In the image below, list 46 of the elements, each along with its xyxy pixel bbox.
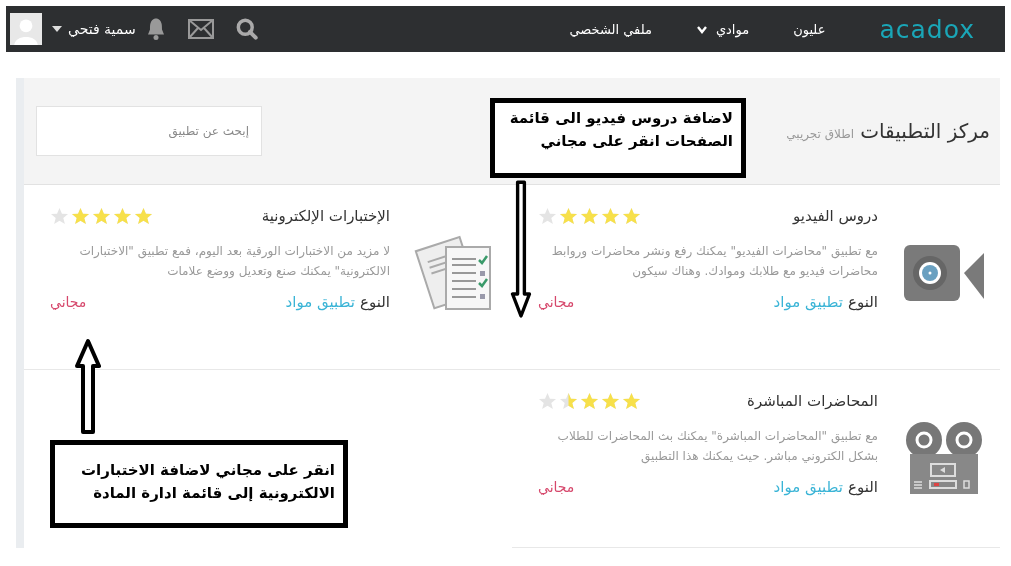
filled-star-icon [601, 392, 620, 410]
filled-star-icon [134, 207, 153, 225]
page-title: مركز التطبيقات [860, 119, 990, 143]
app-title: الإختبارات الإلكترونية [261, 207, 390, 225]
nav-link[interactable]: ملفي الشخصي [569, 21, 652, 37]
app-description: مع تطبيق "محاضرات الفيديو" يمكنك رفع ونشر محاضرات وروابط محاضرات فيديو مع طلابك وموادك. وهناك سيكون [550, 243, 878, 281]
callout-box: لاضافة دروس فيديو الى قائمة الصفحات انقر على مجاني [490, 98, 746, 178]
half-star-icon [559, 392, 578, 410]
free-link[interactable]: مجاني [50, 294, 87, 310]
caret-icon [52, 26, 62, 32]
app-description: مع تطبيق "المحاضرات المباشرة" يمكنك بث المحاضرات للطلاب بشكل الكتروني مباشر. حيث يمكنك هذا التطبيق [556, 428, 878, 466]
filled-star-icon [622, 207, 641, 225]
avatar-icon[interactable] [10, 11, 42, 47]
user-menu[interactable]: سمية فتحي [52, 21, 136, 37]
app-title: المحاضرات المباشرة [747, 392, 878, 410]
nav-link[interactable]: موادي [695, 21, 750, 37]
app-description: لا مزيد من الاختبارات الورقية بعد اليوم، فمع تطبيق "الاختبارات الالكترونية" يمكنك صنع وتعديل ووضع علامات [78, 243, 390, 281]
type-label: النوع [848, 293, 878, 311]
filled-star-icon [559, 207, 578, 225]
logo[interactable]: acadox [879, 14, 975, 44]
type-label: النوع [848, 478, 878, 496]
empty-star-icon [50, 207, 69, 225]
mail-icon[interactable] [187, 19, 214, 39]
type-link[interactable]: تطبيق مواد [773, 293, 844, 311]
filled-star-icon [71, 207, 90, 225]
type-link[interactable]: تطبيق مواد [773, 478, 844, 496]
callout-box: انقر على مجاني لاضافة الاختبارات الالكترونية إلى قائمة ادارة المادة [50, 440, 348, 528]
filled-star-icon [580, 392, 599, 410]
nav-link[interactable]: عليون [793, 21, 826, 37]
type-link[interactable]: تطبيق مواد [285, 293, 356, 311]
empty-star-icon [538, 207, 557, 225]
app-title: دروس الفيديو [793, 207, 878, 225]
search-icon[interactable] [235, 18, 258, 40]
search-field[interactable]: إبحث عن تطبيق [36, 106, 262, 156]
filled-star-icon [622, 392, 641, 410]
beta-label: اطلاق تجريبي [786, 127, 855, 141]
free-link[interactable]: مجاني [538, 294, 575, 310]
filled-star-icon [113, 207, 132, 225]
empty-star-icon [538, 392, 557, 410]
free-link[interactable]: مجاني [538, 479, 575, 495]
chevron-icon [695, 24, 708, 34]
filled-star-icon [601, 207, 620, 225]
type-label: النوع [360, 293, 390, 311]
filled-star-icon [580, 207, 599, 225]
filled-star-icon [92, 207, 111, 225]
bell-icon[interactable] [145, 17, 166, 41]
